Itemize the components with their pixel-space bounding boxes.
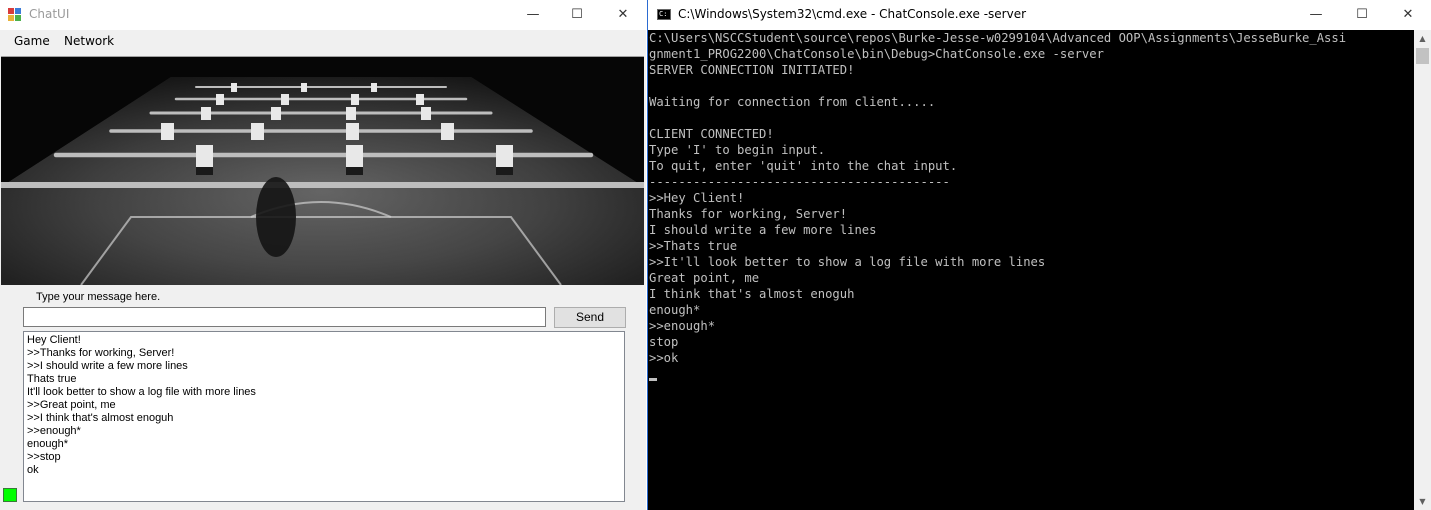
console-line: enough* [649, 303, 701, 317]
console-line: >>Hey Client! [649, 191, 745, 205]
console-line: I think that's almost enoguh [649, 287, 855, 301]
message-input[interactable] [23, 307, 546, 327]
console-line: >>Thats true [649, 239, 738, 253]
menu-network[interactable]: Network [64, 34, 114, 48]
cmd-close-button[interactable]: ✕ [1385, 0, 1431, 30]
console-line: SERVER CONNECTION INITIATED! [649, 63, 855, 77]
log-line: ok [27, 464, 39, 476]
cmd-minimize-button[interactable]: — [1293, 0, 1339, 30]
chatui-titlebar[interactable]: ChatUI — ☐ ✕ [0, 0, 646, 30]
message-prompt-label: Type your message here. [36, 291, 161, 303]
log-line: >>I should write a few more lines [27, 360, 188, 372]
console-scrollbar[interactable]: ▲ ▼ [1414, 30, 1431, 510]
log-line: >>stop [27, 451, 61, 463]
menu-bar: Game Network [0, 30, 646, 54]
console-output[interactable]: C:\Users\NSCCStudent\source\repos\Burke-… [649, 30, 1414, 510]
log-line: Hey Client! [27, 334, 81, 346]
scroll-down-arrow-icon[interactable]: ▼ [1414, 493, 1431, 510]
log-line: Thats true [27, 373, 77, 385]
console-line: Waiting for connection from client..... [649, 95, 936, 109]
window-title: ChatUI [29, 7, 70, 21]
log-line: >>I think that's almost enoguh [27, 412, 174, 424]
chat-log[interactable]: Hey Client! >>Thanks for working, Server… [23, 331, 625, 502]
console-line: >>It'll look better to show a log file w… [649, 255, 1046, 269]
send-button[interactable]: Send [554, 307, 626, 328]
log-line: enough* [27, 438, 68, 450]
console-line: Type 'I' to begin input. [649, 143, 826, 157]
console-line: CLIENT CONNECTED! [649, 127, 774, 141]
foosball-picture [1, 56, 644, 285]
scroll-thumb[interactable] [1416, 48, 1429, 64]
chatui-window: ChatUI — ☐ ✕ Game Network Type your mess… [0, 0, 646, 510]
foosball-table-photo-icon [1, 57, 644, 285]
scroll-up-arrow-icon[interactable]: ▲ [1414, 30, 1431, 47]
maximize-button[interactable]: ☐ [554, 0, 600, 30]
log-line: >>enough* [27, 425, 81, 437]
log-line: It'll look better to show a log file wit… [27, 386, 256, 398]
console-line: ----------------------------------------… [649, 175, 950, 189]
console-line: >>ok [649, 351, 679, 365]
console-line: I should write a few more lines [649, 223, 877, 237]
cmd-maximize-button[interactable]: ☐ [1339, 0, 1385, 30]
console-line: >>enough* [649, 319, 716, 333]
minimize-button[interactable]: — [510, 0, 556, 30]
console-line: Thanks for working, Server! [649, 207, 848, 221]
console-line: C:\Users\NSCCStudent\source\repos\Burke-… [649, 31, 1347, 45]
app-icon [8, 8, 22, 22]
console-line: To quit, enter 'quit' into the chat inpu… [649, 159, 958, 173]
console-line: stop [649, 335, 679, 349]
console-line: Great point, me [649, 271, 760, 285]
close-button[interactable]: ✕ [600, 0, 646, 30]
menu-game[interactable]: Game [14, 34, 50, 48]
text-cursor [649, 378, 657, 381]
cmd-window: C: C:\Windows\System32\cmd.exe - ChatCon… [647, 0, 1431, 510]
console-line: gnment1_PROG2200\ChatConsole\bin\Debug>C… [649, 47, 1104, 61]
connection-status-indicator [3, 488, 17, 502]
log-line: >>Thanks for working, Server! [27, 347, 175, 359]
console-icon: C: [657, 9, 671, 20]
log-line: >>Great point, me [27, 399, 116, 411]
cmd-window-title: C:\Windows\System32\cmd.exe - ChatConsol… [678, 7, 1027, 21]
cmd-titlebar[interactable]: C: C:\Windows\System32\cmd.exe - ChatCon… [648, 0, 1431, 30]
